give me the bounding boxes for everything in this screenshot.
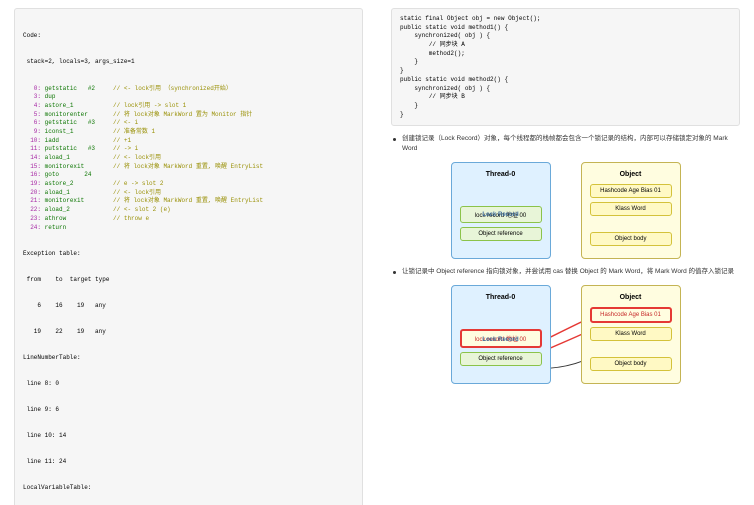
bytecode-line: 24: return	[23, 224, 354, 233]
klass-slot: Klass Word	[590, 202, 672, 216]
bytecode-line: 14: aload_1 // <- lock引用	[23, 154, 354, 163]
object-box: Object Hashcode Age Bias 01 Klass Word O…	[581, 285, 681, 384]
bullet-dot-icon	[393, 271, 396, 274]
bytecode-line: 21: monitorexit // 将 lock对象 MarkWord 重置,…	[23, 197, 354, 206]
diagram-1: Thread-0 Lock Record lock record 地址 00 O…	[391, 162, 740, 259]
code-stack: stack=2, locals=3, args_size=1	[23, 58, 354, 67]
diagram-2: Thread-0 Lock Record lock record 地址 00 O…	[391, 285, 740, 384]
exc-r2: 19 22 19 any	[23, 328, 354, 337]
object-reference: Object reference	[460, 352, 542, 366]
exc-header: Exception table:	[23, 250, 354, 259]
bullet-dot-icon	[393, 138, 396, 141]
bytecode-line: 6: getstatic #3 // <- i	[23, 119, 354, 128]
code-line: // 同步块 A	[400, 41, 731, 50]
bytecode-line: 22: aload_2 // <- slot 2 (e)	[23, 206, 354, 215]
bullet-1: 创建锁记录（Lock Record）对象，每个线程都的栈帧都会包含一个锁记录的结…	[391, 134, 740, 154]
bytecode-line: 4: astore_1 // lock引用 -> slot 1	[23, 102, 354, 111]
bytecode-line: 19: astore_2 // e -> slot 2	[23, 180, 354, 189]
code-line: synchronized( obj ) {	[400, 85, 731, 94]
bytecode-line: 5: monitorenter // 将 lock对象 MarkWord 置为 …	[23, 111, 354, 120]
hashcode-slot: Hashcode Age Bias 01	[590, 184, 672, 198]
code-line: }	[400, 58, 731, 67]
code-line: public static void method2() {	[400, 76, 731, 85]
bytecode-line: 10: iadd // +1	[23, 137, 354, 146]
object-box: Object Hashcode Age Bias 01 Klass Word O…	[581, 162, 681, 259]
exc-cols: from to target type	[23, 276, 354, 285]
right-column: static final Object obj = new Object();p…	[377, 0, 754, 505]
lnt3: line 10: 14	[23, 432, 354, 441]
thread-box: Thread-0 Lock Record lock record 地址 00 O…	[451, 285, 551, 384]
klass-slot: Klass Word	[590, 327, 672, 341]
object-body-slot: Object body	[590, 357, 672, 371]
cas-arrows-icon	[391, 285, 740, 384]
bytecode-line: 11: putstatic #3 // -> i	[23, 145, 354, 154]
bytecode-line: 0: getstatic #2 // <- lock引用 （synchroniz…	[23, 85, 354, 94]
code-line: synchronized( obj ) {	[400, 32, 731, 41]
hashcode-slot-cas: Hashcode Age Bias 01	[590, 307, 672, 323]
code-line: }	[400, 102, 731, 111]
code-header: Code:	[23, 32, 354, 41]
bytecode-block: Code: stack=2, locals=3, args_size=1 0: …	[14, 8, 363, 505]
code-line: // 同步块 B	[400, 93, 731, 102]
object-body-slot: Object body	[590, 232, 672, 246]
java-code-block: static final Object obj = new Object();p…	[391, 8, 740, 126]
lnt1: line 8: 0	[23, 380, 354, 389]
thread-box: Thread-0 Lock Record lock record 地址 00 O…	[451, 162, 551, 259]
bytecode-line: 23: athrow // throw e	[23, 215, 354, 224]
bytecode-line: 15: monitorexit // 将 lock对象 MarkWord 重置,…	[23, 163, 354, 172]
bytecode-line: 3: dup	[23, 93, 354, 102]
code-line: static final Object obj = new Object();	[400, 15, 731, 24]
code-line: }	[400, 67, 731, 76]
lvt: LocalVariableTable:	[23, 484, 354, 493]
lnt2: line 9: 6	[23, 406, 354, 415]
code-line: }	[400, 111, 731, 120]
bytecode-line: 16: goto 24	[23, 171, 354, 180]
lnt4: line 11: 24	[23, 458, 354, 467]
code-line: method2();	[400, 50, 731, 59]
object-reference: Object reference	[460, 227, 542, 241]
left-column: Code: stack=2, locals=3, args_size=1 0: …	[0, 0, 377, 505]
lnt: LineNumberTable:	[23, 354, 354, 363]
bytecode-line: 9: iconst_1 // 准备常数 1	[23, 128, 354, 137]
bullet-2: 让锁记录中 Object reference 指向锁对象，并尝试用 cas 替换…	[391, 267, 740, 277]
exc-r1: 6 16 19 any	[23, 302, 354, 311]
code-line: public static void method1() {	[400, 24, 731, 33]
